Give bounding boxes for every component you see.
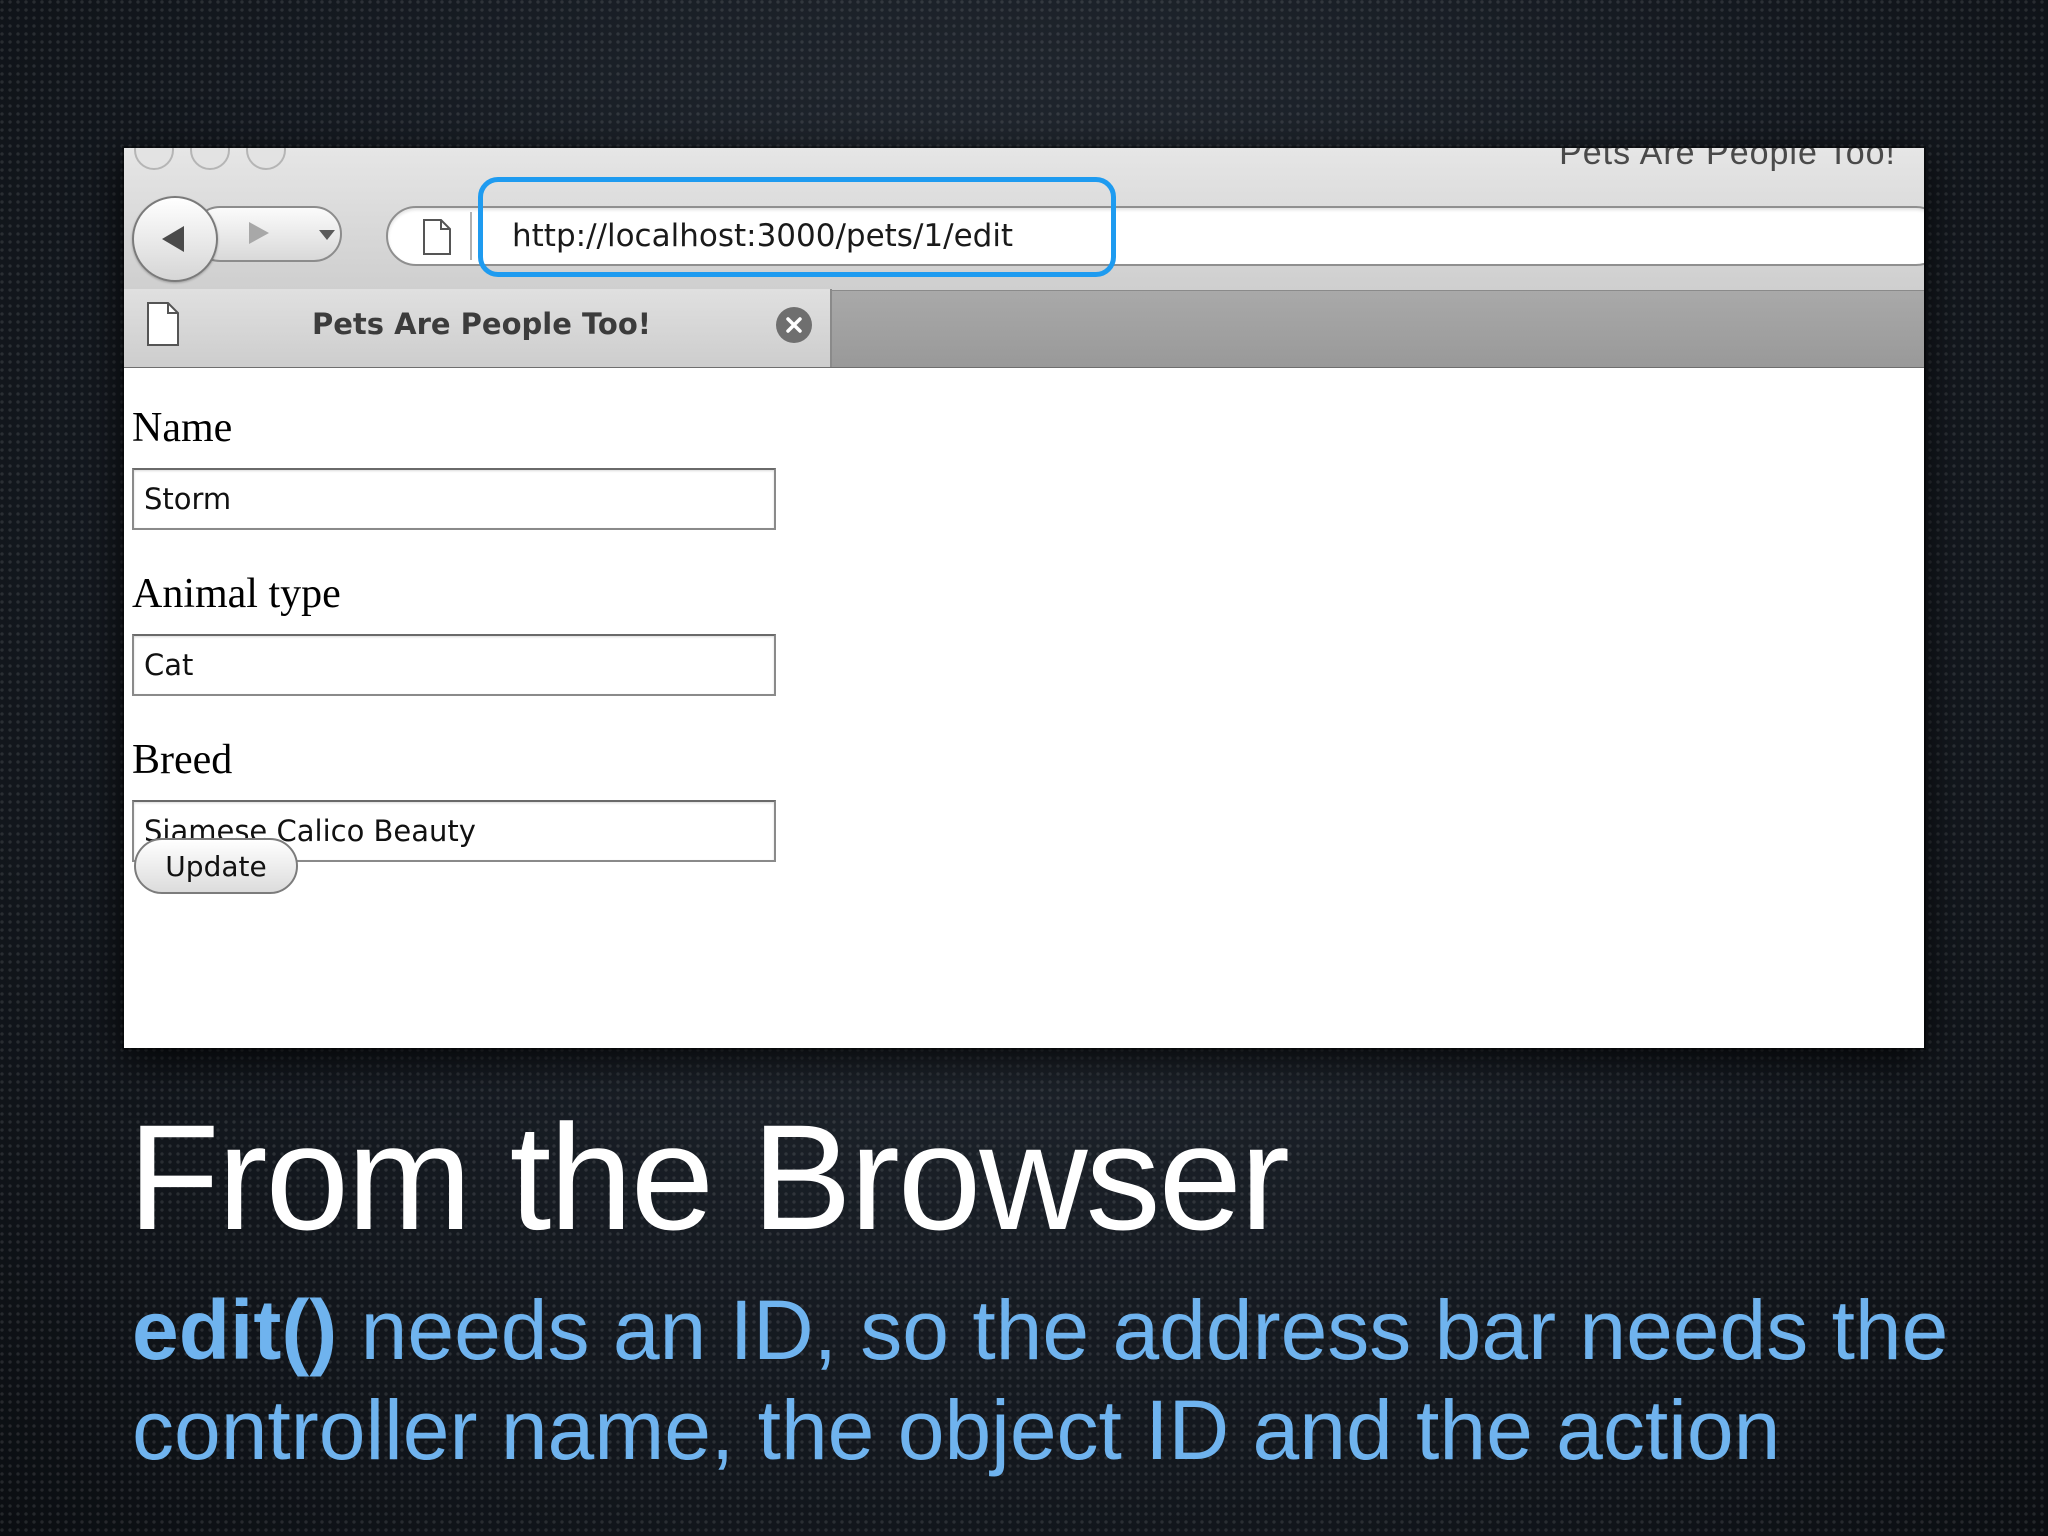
back-arrow-icon [162,226,184,252]
name-label: Name [132,405,233,451]
tab-bar: Pets Are People Too! [124,289,1924,367]
slide-body: edit() needs an ID, so the address bar n… [132,1280,1992,1480]
name-input[interactable] [132,468,776,530]
body-emphasis: edit() [132,1283,338,1377]
body-text-line1: needs an ID, so the address bar needs th… [337,1283,1949,1377]
zoom-window-icon[interactable] [246,148,286,170]
update-button[interactable]: Update [134,838,298,894]
back-button[interactable] [132,196,218,282]
tab-active[interactable]: Pets Are People Too! [124,289,832,367]
browser-window: Pets Are People Too! http://localhost:30… [124,148,1924,1048]
address-divider [470,212,472,260]
minimize-window-icon[interactable] [190,148,230,170]
navigation-buttons [132,196,354,282]
breed-label: Breed [132,737,233,783]
animal-type-input[interactable] [132,634,776,696]
url-text[interactable]: http://localhost:3000/pets/1/edit [512,216,1013,256]
browser-toolbar: Pets Are People Too! http://localhost:30… [124,148,1924,368]
forward-arrow-icon [249,222,269,244]
animal-type-label: Animal type [132,571,341,617]
address-bar[interactable]: http://localhost:3000/pets/1/edit [386,206,1924,266]
tab-title: Pets Are People Too! [312,307,651,341]
window-title: Pets Are People Too! [1559,148,1896,172]
history-menu-button[interactable] [312,220,342,250]
page-content: Name Animal type Breed Update [124,368,1924,1048]
body-text-line2: controller name, the object ID and the a… [132,1383,1781,1477]
slide-title: From the Browser [128,1093,1290,1261]
close-window-icon[interactable] [134,148,174,170]
page-icon [422,218,452,261]
close-tab-button[interactable] [776,307,812,343]
close-icon [786,317,802,333]
page-icon [146,301,180,352]
forward-button[interactable] [244,218,274,248]
chevron-down-icon [319,230,335,240]
